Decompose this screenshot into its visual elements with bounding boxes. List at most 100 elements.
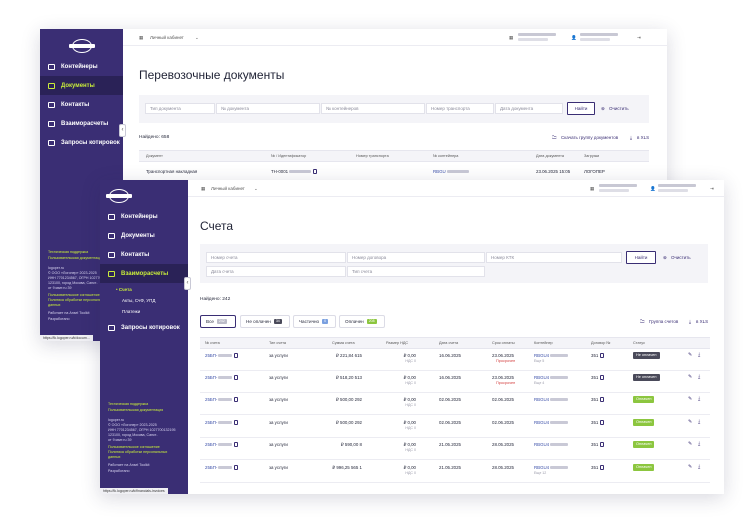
footer-agreement-link[interactable]: Пользовательское соглашение: [48, 293, 100, 298]
copy-icon[interactable]: [600, 465, 605, 471]
column-header[interactable]: № / Идентификатор: [271, 154, 306, 158]
download-icon[interactable]: ⤓: [698, 419, 700, 425]
footer-support-link[interactable]: Техническая поддержка: [108, 402, 148, 407]
more-containers[interactable]: Еще 5: [534, 359, 544, 363]
download-icon[interactable]: ⤓: [698, 441, 700, 447]
sidebar-item-documents[interactable]: Документы: [40, 76, 123, 95]
container-link[interactable]: RBGU4: [534, 442, 569, 447]
column-header[interactable]: Срок оплаты: [492, 341, 515, 345]
find-button[interactable]: Найти: [567, 102, 595, 115]
edit-icon[interactable]: ✎: [688, 352, 692, 358]
footer-privacy-link[interactable]: Политика обработки персональных: [108, 450, 167, 455]
contract-number[interactable]: 351: [591, 465, 605, 471]
container-number-input[interactable]: № контейнеров: [321, 103, 425, 114]
footer-agreement-link[interactable]: Пользовательское соглашение: [108, 445, 160, 450]
contract-number[interactable]: 351: [591, 397, 605, 403]
edit-icon[interactable]: ✎: [688, 396, 692, 402]
copy-icon[interactable]: [234, 353, 239, 359]
footer-docs-link[interactable]: Пользовательская документация: [108, 408, 163, 413]
invoice-number-link[interactable]: 25БП-: [205, 375, 239, 381]
sidebar-item-settlements[interactable]: Взаиморасчеты: [100, 264, 188, 283]
invoice-number-link[interactable]: 25БП-: [205, 442, 239, 448]
tab-unpaid[interactable]: Не оплачен 34: [240, 315, 290, 328]
sidebar-item-contacts[interactable]: Контакты: [100, 245, 188, 264]
footer-privacy-link-2[interactable]: данных: [48, 303, 60, 308]
sidebar-item-containers[interactable]: Контейнеры: [100, 207, 188, 226]
xls-export-button[interactable]: в XLS: [696, 319, 708, 324]
transport-number-input[interactable]: Номер транспорта: [426, 103, 494, 114]
copy-icon[interactable]: [600, 420, 605, 426]
invoice-number-link[interactable]: 25БП-: [205, 465, 239, 471]
exit-icon[interactable]: ⇥: [710, 186, 714, 192]
invoice-type-select[interactable]: Тип счета: [347, 266, 485, 277]
copy-icon[interactable]: [234, 397, 239, 403]
column-header[interactable]: Дата счета: [439, 341, 458, 345]
copy-icon[interactable]: [600, 397, 605, 403]
column-header[interactable]: Сумма счета: [332, 341, 355, 345]
edit-icon[interactable]: ✎: [688, 441, 692, 447]
container-link[interactable]: RBGU4: [534, 465, 569, 470]
column-header[interactable]: Размер НДС: [386, 341, 408, 345]
xls-export-button[interactable]: в XLS: [637, 135, 649, 140]
cabinet-selector[interactable]: Личный кабинет: [211, 186, 245, 191]
invoice-number-link[interactable]: 25БП-: [205, 353, 239, 359]
sidebar-item-quotes[interactable]: Запросы котировок: [40, 133, 123, 152]
cabinet-selector[interactable]: Личный кабинет: [150, 35, 184, 40]
sidebar-item-quotes[interactable]: Запросы котировок: [100, 318, 188, 337]
more-containers[interactable]: Еще 4: [534, 381, 544, 385]
download-group-button[interactable]: Скачать группу документов: [561, 135, 618, 140]
copy-icon[interactable]: [600, 353, 605, 359]
invoice-number-link[interactable]: 25БП-: [205, 397, 239, 403]
footer-privacy-link[interactable]: Политика обработки персональных: [48, 298, 107, 303]
tab-paid[interactable]: Оплачен 208: [339, 315, 385, 328]
doc-date-input[interactable]: Дата документа: [495, 103, 563, 114]
sidebar-item-settlements[interactable]: Взаиморасчеты: [40, 114, 123, 133]
copy-icon[interactable]: [234, 442, 239, 448]
doc-type-select[interactable]: Тип документа: [145, 103, 215, 114]
download-icon[interactable]: ⤓: [698, 352, 700, 358]
contract-number-select[interactable]: Номер договора: [347, 252, 485, 263]
invoice-number-input[interactable]: Номер счета: [206, 252, 346, 263]
copy-icon[interactable]: [234, 465, 239, 471]
copy-icon[interactable]: [600, 375, 605, 381]
clear-button[interactable]: Очистить: [671, 255, 691, 260]
edit-icon[interactable]: ✎: [688, 419, 692, 425]
sidebar-item-documents[interactable]: Документы: [100, 226, 188, 245]
container-link[interactable]: RBGU4: [534, 375, 569, 380]
footer-support-link[interactable]: Техническая поддержка: [48, 250, 88, 255]
column-header[interactable]: Договор №: [591, 341, 610, 345]
subitem-payments[interactable]: Платежи: [122, 309, 140, 314]
container-link[interactable]: RBGU4: [534, 397, 569, 402]
container-link[interactable]: RBGU: [433, 169, 469, 174]
download-icon[interactable]: ⤓: [698, 374, 700, 380]
doc-id[interactable]: TH-0001: [271, 169, 318, 175]
footer-privacy-link-2[interactable]: данных: [108, 455, 120, 460]
invoice-number-link[interactable]: 25БП-: [205, 420, 239, 426]
sidebar-collapse-button[interactable]: ‹: [184, 277, 191, 290]
column-header[interactable]: Документ: [146, 154, 163, 158]
ktk-number-input[interactable]: Номер КТК: [486, 252, 622, 263]
subitem-acts[interactable]: Акты, СчФ, УПД: [122, 298, 155, 303]
subitem-invoices[interactable]: • Счета: [116, 287, 135, 292]
find-button[interactable]: Найти: [626, 251, 656, 264]
edit-icon[interactable]: ✎: [688, 464, 692, 470]
copy-icon[interactable]: [600, 442, 605, 448]
container-link[interactable]: RBGU4: [534, 353, 569, 358]
contract-number[interactable]: 351: [591, 442, 605, 448]
copy-icon[interactable]: [234, 420, 239, 426]
footer-docs-link[interactable]: Пользовательская документация: [48, 256, 103, 261]
sidebar-item-containers[interactable]: Контейнеры: [40, 57, 123, 76]
invoice-date-input[interactable]: Дата счета: [206, 266, 346, 277]
contract-number[interactable]: 351: [591, 375, 605, 381]
column-header[interactable]: Тип счета: [269, 341, 286, 345]
download-icon[interactable]: ⤓: [698, 464, 700, 470]
copy-icon[interactable]: [313, 169, 318, 175]
download-icon[interactable]: ⤓: [698, 396, 700, 402]
edit-icon[interactable]: ✎: [688, 374, 692, 380]
sidebar-item-contacts[interactable]: Контакты: [40, 95, 123, 114]
column-header[interactable]: Номер транспорта: [356, 154, 389, 158]
sidebar-collapse-button[interactable]: ‹: [119, 124, 126, 137]
tab-partial[interactable]: Частично 0: [293, 315, 336, 328]
contract-number[interactable]: 351: [591, 353, 605, 359]
container-link[interactable]: RBGU4: [534, 420, 569, 425]
